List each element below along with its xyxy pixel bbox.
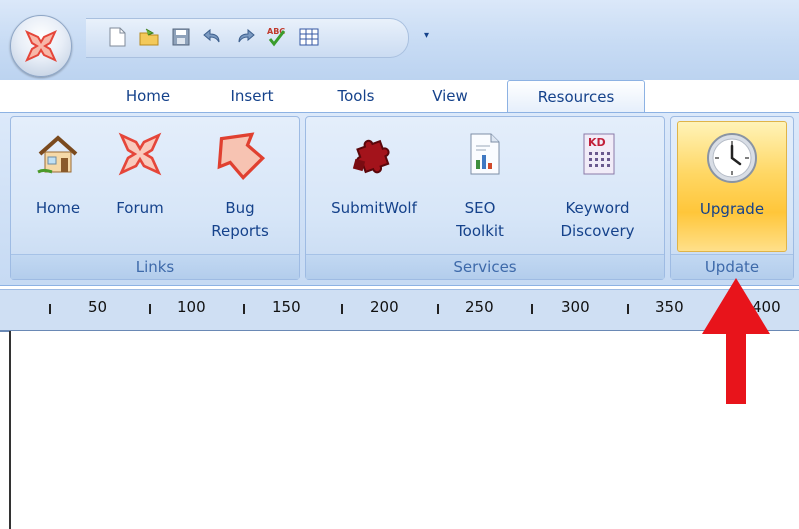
annotation-arrow [702,278,770,404]
